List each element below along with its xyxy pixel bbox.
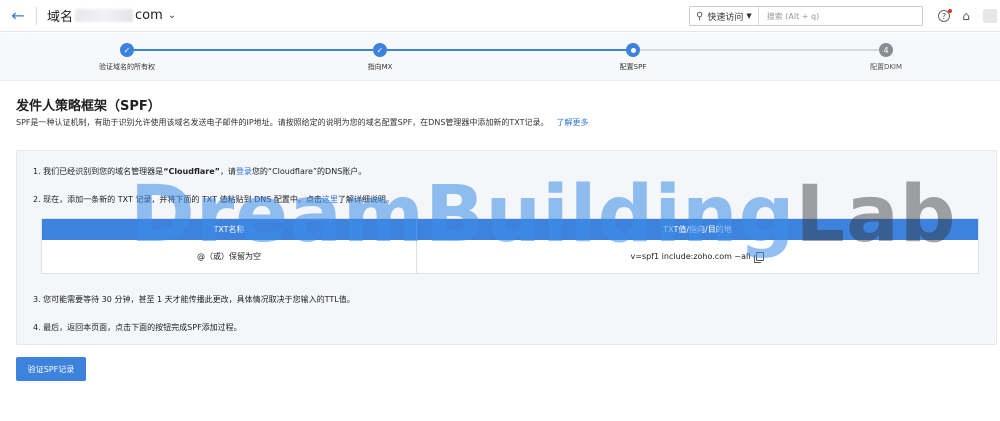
txt-value-text: v=spf1 include:zoho.com ~all <box>630 252 751 261</box>
setup-stepper: ✓ 验证域名的所有权 ✓ 指向MX 配置SPF 4 配置DKIM <box>0 33 1000 81</box>
learn-more-link[interactable]: 了解更多 <box>557 118 589 127</box>
table-row: @（或）保留为空 v=spf1 include:zoho.com ~all <box>42 240 978 273</box>
current-step-dot <box>626 43 640 57</box>
top-header: ← 域名 com ⌄ ⚲ 快速访问 ▼ ? ⌂ <box>0 0 1000 32</box>
page-description: SPF是一种认证机制，有助于识别允许使用该域名发送电子邮件的IP地址。请按照给定… <box>16 117 589 128</box>
step2-post: 了解详细说明。 <box>337 195 394 204</box>
page-title: 发件人策略框架（SPF） <box>16 99 161 114</box>
instruction-step-4: 4. 最后，返回本页面，点击下面的按钮完成SPF添加过程。 <box>33 323 242 332</box>
instruction-step-2: 2. 现在，添加一条新的 TXT 记录，并将下面的 TXT 值粘贴到 DNS 配… <box>33 194 394 205</box>
here-link[interactable]: 这里 <box>322 195 338 204</box>
step2-text: 2. 现在，添加一条新的 TXT 记录，并将下面的 TXT 值粘贴到 DNS 配… <box>33 195 322 204</box>
step-point-mx: ✓ 指向MX <box>320 43 440 72</box>
check-icon: ✓ <box>120 43 134 57</box>
home-icon[interactable]: ⌂ <box>955 0 977 32</box>
domain-suffix: com <box>135 8 163 23</box>
blurred-domain-name <box>75 9 134 22</box>
step-number: 4 <box>879 43 893 57</box>
check-icon: ✓ <box>373 43 387 57</box>
copy-icon[interactable] <box>754 252 765 263</box>
step-label: 配置SPF <box>619 63 647 71</box>
header-divider <box>36 6 37 25</box>
table-header: TXT名称 TXT值/指向/目的地 <box>42 219 978 240</box>
avatar[interactable] <box>983 9 997 23</box>
step-configure-spf: 配置SPF <box>573 43 693 72</box>
step1-text: 1. 我们已经识别到您的域名管理器是 <box>33 167 164 176</box>
instruction-step-3: 3. 您可能需要等待 30 分钟，甚至 1 天才能传播此更改，具体情况取决于您输… <box>33 295 355 304</box>
description-text: SPF是一种认证机制，有助于识别允许使用该域名发送电子邮件的IP地址。请按照给定… <box>16 118 549 127</box>
caret-down-icon: ▼ <box>746 12 752 20</box>
step-verify-ownership: ✓ 验证域名的所有权 <box>67 43 187 72</box>
txt-name-cell: @（或）保留为空 <box>42 240 417 273</box>
provider-name: “Cloudflare” <box>163 167 220 176</box>
txt-value-cell: v=spf1 include:zoho.com ~all <box>417 240 978 273</box>
verify-spf-button[interactable]: 验证SPF记录 <box>16 357 86 381</box>
domain-label: 域名 <box>47 10 74 25</box>
instructions-panel: 1. 我们已经识别到您的域名管理器是“Cloudflare”，请登录您的“Clo… <box>16 150 997 345</box>
help-button[interactable]: ? <box>933 0 955 32</box>
dns-record-table: TXT名称 TXT值/指向/目的地 @（或）保留为空 v=spf1 includ… <box>41 218 979 274</box>
chevron-down-icon: ⌄ <box>167 10 177 21</box>
search-input[interactable] <box>758 11 889 21</box>
notification-dot <box>948 9 952 13</box>
step1-mid: ，请 <box>219 167 236 176</box>
step-configure-dkim: 4 配置DKIM <box>826 43 946 72</box>
step-label: 验证域名的所有权 <box>99 63 155 71</box>
domain-selector[interactable]: 域名 com ⌄ <box>47 6 176 25</box>
search-scope-dropdown[interactable]: ⚲ 快速访问 ▼ <box>690 7 759 25</box>
header-txt-value: TXT值/指向/目的地 <box>663 225 732 234</box>
search-icon: ⚲ <box>696 10 704 22</box>
search-box: ⚲ 快速访问 ▼ <box>689 6 923 26</box>
step-label: 配置DKIM <box>869 63 903 71</box>
search-scope-label: 快速访问 <box>707 12 744 23</box>
instruction-step-1: 1. 我们已经识别到您的域名管理器是“Cloudflare”，请登录您的“Clo… <box>33 166 366 177</box>
step1-post: 您的“Cloudflare”的DNS账户。 <box>251 167 367 176</box>
header-right: ⚲ 快速访问 ▼ ? ⌂ <box>689 0 1000 32</box>
header-txt-name: TXT名称 <box>42 219 417 240</box>
login-link[interactable]: 登录 <box>236 167 252 176</box>
step-label: 指向MX <box>367 63 393 71</box>
back-arrow-icon[interactable]: ← <box>0 0 36 32</box>
